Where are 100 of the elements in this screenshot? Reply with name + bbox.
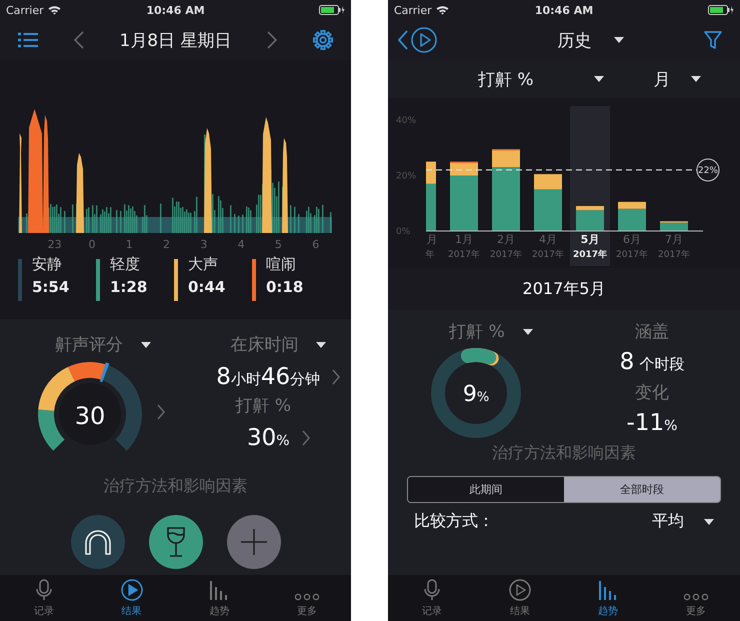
score-value: 30 bbox=[74, 402, 106, 430]
caret-icon[interactable] bbox=[316, 342, 326, 348]
status-time: 10:46 AM bbox=[534, 4, 594, 16]
caret-icon[interactable] bbox=[614, 37, 624, 43]
hour-label: 23 bbox=[46, 238, 63, 250]
caret-icon[interactable] bbox=[594, 76, 604, 82]
alcohol-button[interactable] bbox=[148, 515, 202, 569]
segment-tab[interactable]: 此期间 bbox=[408, 477, 564, 502]
month-label: 6月 bbox=[623, 233, 641, 246]
play-icon bbox=[509, 579, 531, 601]
hour-label: 5 bbox=[274, 238, 283, 250]
compare-selector[interactable]: 平均 bbox=[652, 511, 684, 532]
coverage-value: 8 个时段 bbox=[620, 349, 684, 375]
legend-label: 轻度 bbox=[110, 255, 141, 274]
date-title: 1月8日 星期日 bbox=[119, 30, 232, 52]
snore-heading: 打鼾 % bbox=[235, 395, 292, 417]
tab-item[interactable]: 趋势 bbox=[176, 575, 264, 621]
wine-glass-icon bbox=[166, 527, 186, 557]
battery-icon bbox=[708, 5, 734, 15]
month-label: 4月 bbox=[539, 233, 557, 246]
history-title: 历史 bbox=[558, 30, 592, 52]
axis-tick-label: 20% bbox=[396, 172, 416, 182]
period-title: 2017年5月 bbox=[522, 278, 606, 300]
legend-value: 0:44 bbox=[188, 278, 226, 296]
tab-item[interactable]: 记录 bbox=[388, 575, 476, 621]
chevron-left-icon[interactable] bbox=[74, 31, 84, 49]
caret-icon[interactable] bbox=[704, 518, 714, 524]
legend-label: 大声 bbox=[188, 255, 219, 274]
filter-icon[interactable] bbox=[704, 31, 722, 49]
hour-label: 2 bbox=[162, 238, 172, 250]
chevron-left-icon[interactable] bbox=[398, 30, 408, 50]
carrier-label: Carrier bbox=[6, 4, 44, 16]
tab-item[interactable]: 更多 bbox=[652, 575, 740, 621]
microphone-icon bbox=[423, 579, 441, 601]
legend-label: 喧闹 bbox=[266, 255, 297, 274]
play-icon[interactable] bbox=[411, 27, 437, 53]
legend-value: 1:28 bbox=[110, 278, 148, 296]
hour-label: 0 bbox=[87, 238, 96, 250]
tab-item[interactable]: 更多 bbox=[263, 575, 351, 621]
legend-value: 0:18 bbox=[266, 278, 304, 296]
tab-item[interactable]: 趋势 bbox=[564, 575, 652, 621]
year-label: 年 bbox=[426, 250, 434, 260]
average-label: 22% bbox=[698, 166, 718, 176]
chevron-right-icon[interactable] bbox=[332, 369, 340, 385]
status-time: 10:46 AM bbox=[146, 4, 205, 16]
chevron-right-icon[interactable] bbox=[267, 31, 278, 49]
period-selector[interactable]: 月 bbox=[654, 68, 671, 90]
month-label: 2月 bbox=[497, 233, 515, 246]
coverage-heading: 涵盖 bbox=[635, 321, 669, 343]
month-label: 1月 bbox=[455, 233, 473, 246]
compare-label: 比较方式： bbox=[414, 511, 494, 532]
hour-label: 3 bbox=[199, 238, 208, 250]
segment-tab[interactable]: 全部时段 bbox=[564, 477, 720, 502]
month-label: 月 bbox=[426, 233, 438, 246]
battery-icon bbox=[319, 5, 345, 15]
year-label: 2017年 bbox=[658, 250, 690, 260]
month-label: 5月 bbox=[580, 233, 600, 246]
more-icon bbox=[295, 593, 320, 601]
section-title: 治疗方法和影响因素 bbox=[492, 443, 636, 464]
legend-value: 5:54 bbox=[32, 278, 70, 296]
year-label: 2017年 bbox=[572, 250, 608, 260]
add-button[interactable] bbox=[226, 515, 280, 569]
in-bed-heading: 在床时间 bbox=[230, 334, 298, 356]
play-icon bbox=[120, 579, 143, 601]
section-title: 治疗方法和影响因素 bbox=[104, 476, 248, 497]
in-bed-time: 8小时46分钟 bbox=[216, 364, 320, 390]
hour-label: 6 bbox=[311, 238, 320, 250]
more-icon bbox=[684, 593, 708, 601]
caret-icon[interactable] bbox=[690, 76, 701, 82]
axis-tick-label: 40% bbox=[396, 116, 416, 126]
snore-heading: 打鼾 % bbox=[449, 321, 505, 343]
wifi-icon bbox=[48, 5, 61, 15]
score-heading: 鼾声评分 bbox=[54, 334, 123, 356]
metric-selector[interactable]: 打鼾 % bbox=[478, 68, 534, 90]
year-label: 2017年 bbox=[490, 250, 522, 260]
axis-tick-label: 0% bbox=[396, 227, 410, 237]
microphone-icon bbox=[34, 579, 53, 601]
carrier-label: Carrier bbox=[394, 4, 432, 16]
hour-label: 1 bbox=[124, 238, 134, 250]
tab-item[interactable]: 结果 bbox=[88, 575, 176, 621]
tab-item[interactable]: 记录 bbox=[0, 575, 88, 621]
bar-chart-icon bbox=[597, 579, 619, 601]
wifi-icon bbox=[436, 5, 449, 15]
year-label: 2017年 bbox=[616, 250, 648, 260]
caret-icon[interactable] bbox=[140, 342, 151, 348]
chevron-right-icon[interactable] bbox=[302, 430, 310, 446]
year-label: 2017年 bbox=[532, 250, 564, 260]
change-value: -11% bbox=[626, 410, 678, 436]
menu-icon[interactable] bbox=[18, 32, 38, 48]
month-label: 7月 bbox=[665, 233, 683, 246]
donut-fill bbox=[461, 348, 499, 366]
tab-item[interactable]: 结果 bbox=[476, 575, 564, 621]
chevron-right-icon[interactable] bbox=[156, 404, 165, 420]
caret-icon[interactable] bbox=[522, 328, 533, 334]
arch-icon bbox=[82, 529, 112, 555]
change-heading: 变化 bbox=[635, 382, 669, 404]
snore-percent: 30% bbox=[246, 425, 290, 451]
snore-percent: 9% bbox=[462, 382, 490, 407]
plus-icon bbox=[240, 529, 266, 555]
settings-icon[interactable] bbox=[312, 30, 333, 50]
